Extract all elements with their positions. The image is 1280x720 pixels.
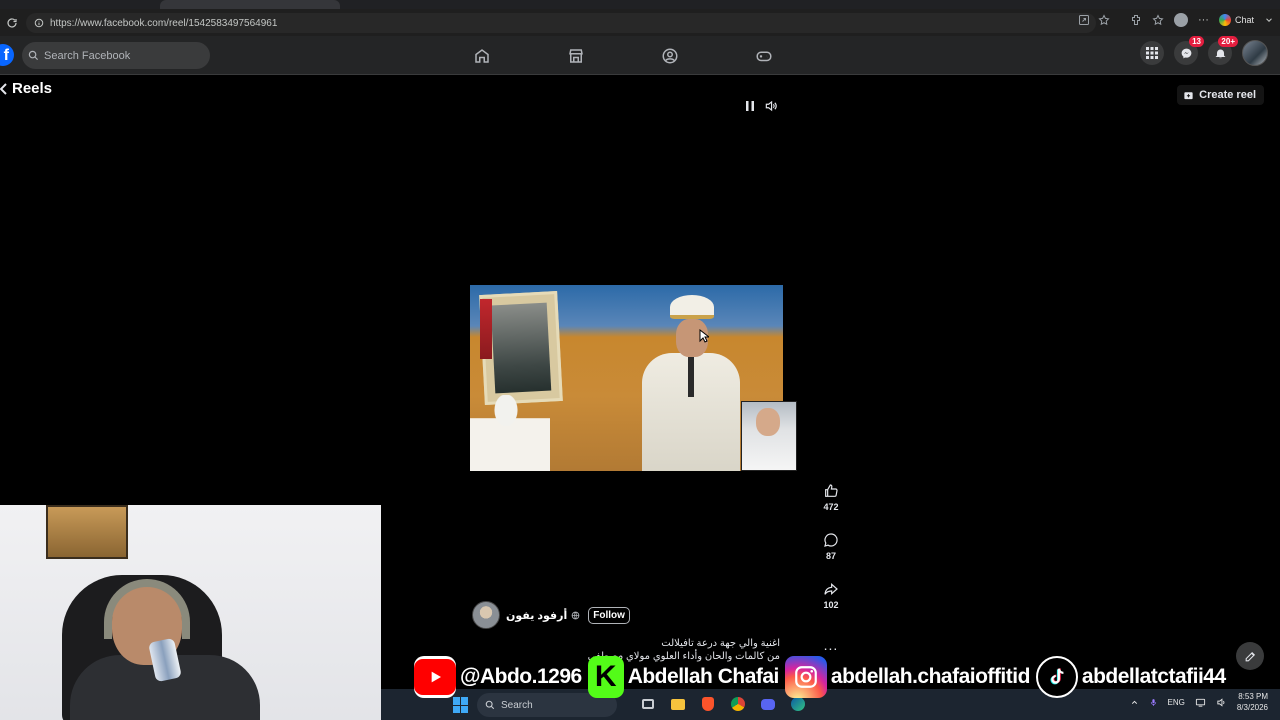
pause-icon[interactable]: [744, 99, 756, 113]
chat-button[interactable]: Chat: [1218, 14, 1254, 26]
reel-author: أرفود يفون Follow: [472, 601, 630, 629]
taskbar-clock[interactable]: 8:53 PM 8/3/2026: [1237, 691, 1268, 713]
chat-label: Chat: [1234, 15, 1254, 25]
browser-address-bar: https://www.facebook.com/reel/1542583497…: [0, 9, 1280, 36]
thumbs-up-icon: [825, 484, 838, 497]
like-button[interactable]: [816, 480, 846, 502]
camera-plus-icon: [1184, 91, 1193, 99]
search-input[interactable]: [44, 49, 194, 62]
comment-button[interactable]: [816, 529, 846, 551]
page-title: Reels: [12, 80, 53, 97]
flag: [480, 299, 492, 359]
kick-handle: Abdellah Chafai: [627, 665, 780, 688]
url-text: https://www.facebook.com/reel/1542583497…: [50, 17, 278, 29]
notifications-button[interactable]: 20+: [1208, 36, 1238, 65]
officer-figure: [642, 295, 740, 471]
tiktok-handle: abdellatctafii44: [1081, 665, 1226, 688]
facebook-main-nav: [470, 44, 776, 68]
reload-icon[interactable]: [2, 13, 22, 33]
new-message-button[interactable]: [1236, 642, 1264, 670]
url-field[interactable]: https://www.facebook.com/reel/1542583497…: [26, 13, 1096, 33]
like-count: 472: [823, 502, 839, 512]
social-handles-overlay: @Abdo.1296 K Abdellah Chafai abdellah.ch…: [414, 655, 1232, 699]
browser-toolbar-right: ··· Chat: [1130, 13, 1274, 27]
notifications-badge: 20+: [1218, 36, 1238, 47]
comment-icon: [824, 533, 838, 547]
browser-tab-active[interactable]: [160, 0, 340, 9]
grid-icon: [1146, 47, 1158, 59]
share-icon: [824, 583, 838, 595]
lion-poster: [46, 505, 128, 559]
follow-button[interactable]: Follow: [588, 606, 630, 624]
gaming-icon[interactable]: [752, 44, 776, 68]
reels-header: Reels: [0, 80, 52, 97]
create-reel-button[interactable]: Create reel: [1177, 85, 1264, 105]
extension-icon[interactable]: [1130, 14, 1142, 26]
groups-icon[interactable]: [658, 44, 682, 68]
instagram-handle: abdellah.chafaioffitid: [830, 665, 1031, 688]
author-name[interactable]: أرفود يفون: [506, 609, 567, 622]
back-arrow-icon[interactable]: [0, 82, 8, 96]
mouse-cursor-icon: [699, 329, 709, 343]
youtube-handle: @Abdo.1296: [460, 665, 582, 688]
sidebar-toggle-icon[interactable]: [1264, 15, 1274, 25]
tiktok-logo-icon: [1035, 656, 1078, 698]
create-reel-label: Create reel: [1199, 89, 1256, 101]
video-frame: [470, 285, 783, 471]
windows-start-icon[interactable]: [453, 697, 469, 713]
player-controls: [744, 99, 778, 113]
url-actions: [1078, 14, 1110, 26]
marketplace-icon[interactable]: [564, 44, 588, 68]
copilot-icon: [1218, 14, 1231, 26]
edit-icon: [1245, 651, 1255, 661]
picture-in-picture-overlay: [741, 401, 797, 471]
author-avatar[interactable]: [472, 601, 500, 629]
instagram-logo-icon: [784, 656, 827, 698]
messenger-button[interactable]: 13: [1174, 36, 1204, 65]
bell-icon: [1215, 49, 1225, 58]
messenger-badge: 13: [1189, 36, 1204, 47]
home-icon[interactable]: [470, 44, 494, 68]
more-options-button[interactable]: ...: [824, 637, 839, 653]
clock-date: 8/3/2026: [1236, 703, 1268, 712]
search-icon: [28, 50, 39, 61]
youtube-logo-icon: [414, 656, 456, 698]
facebook-logo-icon[interactable]: f: [0, 44, 14, 66]
taskbar-search-label: Search: [501, 699, 533, 711]
menu-grid-button[interactable]: [1140, 41, 1164, 65]
open-in-app-icon[interactable]: [1078, 14, 1090, 26]
site-info-icon[interactable]: [34, 18, 44, 28]
messenger-icon: [1181, 48, 1191, 58]
account-avatar[interactable]: [1242, 40, 1268, 66]
kick-logo-icon: K: [587, 656, 624, 698]
volume-icon[interactable]: [764, 99, 778, 113]
facebook-search[interactable]: [22, 42, 210, 69]
facebook-right-controls: 13 20+: [1140, 36, 1268, 66]
globe-icon: [571, 611, 580, 619]
share-count: 102: [823, 600, 839, 610]
clock-time: 8:53 PM: [1238, 692, 1268, 701]
browser-tab-strip: [0, 0, 1280, 9]
facebook-navbar: f 13 20+: [0, 36, 1280, 75]
webcam-overlay: [0, 505, 381, 720]
share-button[interactable]: [816, 578, 846, 600]
caption-line-1: اغنية والي جهة درعة تافيلالت: [661, 638, 780, 649]
person-left: [470, 395, 550, 471]
favorites-icon[interactable]: [1152, 14, 1164, 26]
bookmark-star-icon[interactable]: [1098, 14, 1110, 26]
comment-count: 87: [825, 551, 836, 561]
search-icon: [485, 700, 495, 710]
more-options-icon[interactable]: ···: [1198, 14, 1209, 26]
reel-actions: 472 87 102 ...: [816, 480, 846, 653]
reel-video[interactable]: [462, 285, 797, 471]
profile-avatar-icon[interactable]: [1173, 13, 1188, 27]
